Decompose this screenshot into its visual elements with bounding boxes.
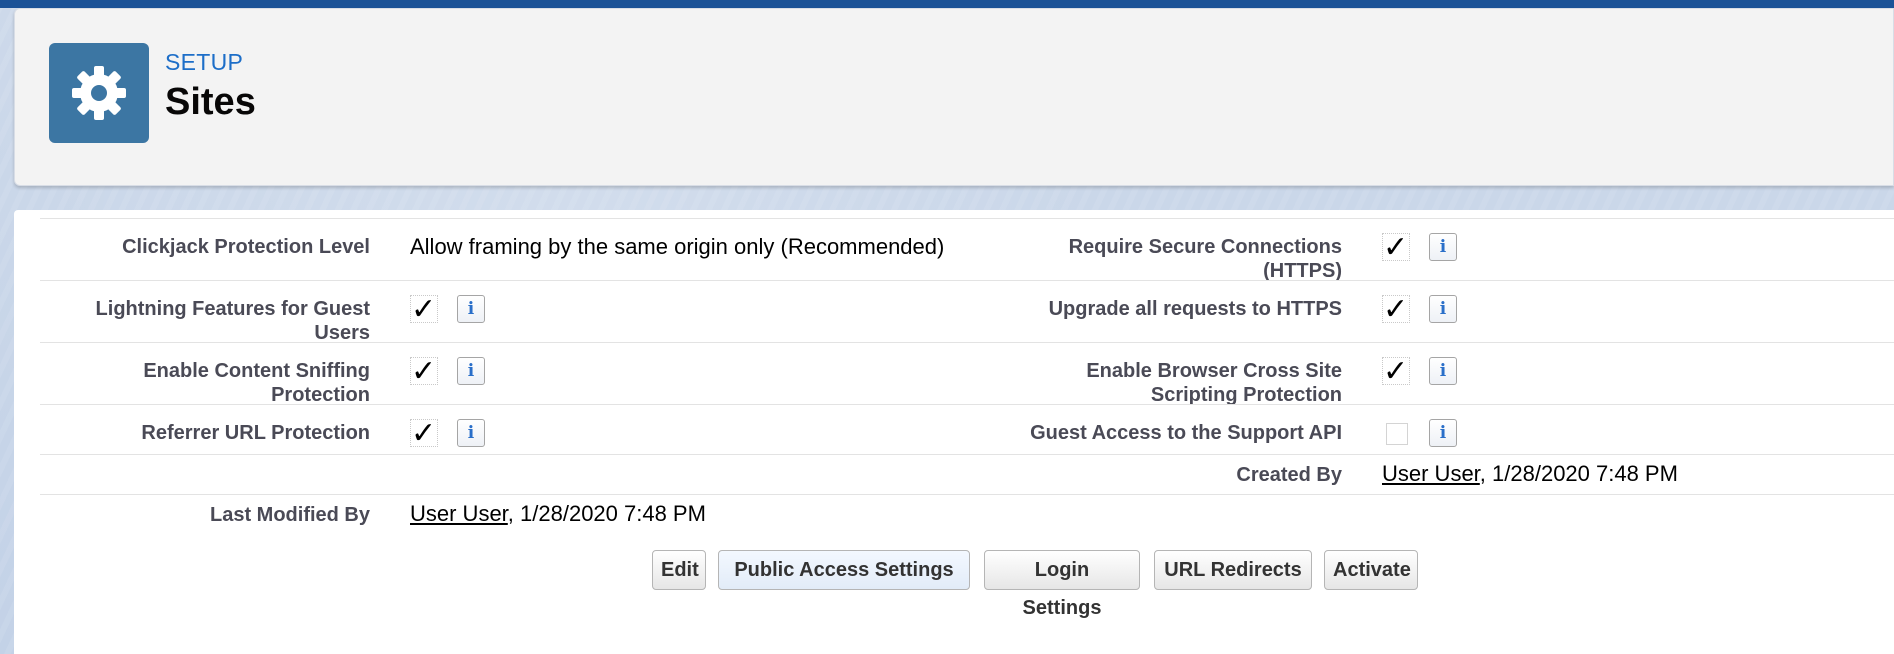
setting-row: Referrer URL Protection ✓ i Guest Access… [40, 404, 1894, 454]
created-by-user-link[interactable]: User User [1382, 461, 1480, 486]
page-title: Sites [165, 81, 256, 123]
label-line: Upgrade all requests to HTTPS [1048, 298, 1342, 320]
public-access-settings-button[interactable]: Public Access Settings [718, 550, 970, 590]
xss-protection-checkbox: ✓ [1382, 354, 1410, 389]
info-icon[interactable]: i [1429, 357, 1457, 385]
label-line: Enable Content Sniffing [143, 360, 370, 382]
referrer-protection-label: Referrer URL Protection [40, 421, 370, 445]
referrer-protection-checkbox: ✓ [410, 416, 438, 451]
edit-button[interactable]: Edit [652, 550, 706, 590]
label-line: Lightning Features for Guest [95, 298, 370, 320]
clickjack-protection-label: Clickjack Protection Level [40, 235, 370, 259]
created-by-value: User User, 1/28/2020 7:48 PM [1382, 461, 1678, 487]
info-icon[interactable]: i [1429, 233, 1457, 261]
info-icon[interactable]: i [457, 357, 485, 385]
guest-support-api-label: Guest Access to the Support API [940, 421, 1342, 445]
setting-row: Clickjack Protection Level Allow framing… [40, 218, 1894, 283]
top-strip [0, 0, 1894, 8]
xss-protection-label: Enable Browser Cross Site Scripting Prot… [940, 359, 1342, 407]
page-header: SETUP Sites [14, 8, 1894, 186]
label-line: Clickjack Protection Level [122, 236, 370, 258]
last-modified-user-link[interactable]: User User [410, 501, 508, 526]
info-icon[interactable]: i [1429, 295, 1457, 323]
label-line: Require Secure Connections [1068, 236, 1342, 258]
clickjack-protection-value: Allow framing by the same origin only (R… [410, 234, 945, 259]
upgrade-https-checkbox: ✓ [1382, 292, 1410, 327]
last-modified-value: User User, 1/28/2020 7:48 PM [410, 501, 706, 527]
info-icon[interactable]: i [457, 419, 485, 447]
created-by-label: Created By [1236, 464, 1342, 486]
label-line: Referrer URL Protection [141, 422, 370, 444]
created-by-timestamp: , 1/28/2020 7:48 PM [1479, 461, 1678, 486]
lightning-guest-label: Lightning Features for Guest Users [40, 297, 370, 345]
activate-button[interactable]: Activate [1324, 550, 1418, 590]
last-modified-timestamp: , 1/28/2020 7:48 PM [507, 501, 706, 526]
login-settings-button[interactable]: Login Settings [984, 550, 1140, 619]
require-https-label: Require Secure Connections (HTTPS) [940, 235, 1342, 283]
setting-row: Enable Content Sniffing Protection ✓ i E… [40, 342, 1894, 407]
require-https-checkbox: ✓ [1382, 230, 1410, 265]
content-sniffing-label: Enable Content Sniffing Protection [40, 359, 370, 407]
gear-icon [49, 43, 149, 143]
label-line: Enable Browser Cross Site [1086, 360, 1342, 382]
last-modified-label: Last Modified By [209, 504, 370, 526]
guest-support-api-checkbox [1386, 423, 1408, 445]
content-sniffing-checkbox: ✓ [410, 354, 438, 389]
last-modified-row: Last Modified By User User, 1/28/2020 7:… [40, 494, 1894, 538]
setting-row: Lightning Features for Guest Users ✓ i U… [40, 280, 1894, 345]
created-by-row: Created By User User, 1/28/2020 7:48 PM [40, 454, 1894, 494]
upgrade-https-label: Upgrade all requests to HTTPS [940, 297, 1342, 321]
info-icon[interactable]: i [457, 295, 485, 323]
label-line: Guest Access to the Support API [1030, 422, 1342, 444]
header-eyebrow: SETUP [165, 49, 244, 75]
url-redirects-button[interactable]: URL Redirects [1154, 550, 1312, 590]
info-icon[interactable]: i [1429, 419, 1457, 447]
lightning-guest-checkbox: ✓ [410, 292, 438, 327]
